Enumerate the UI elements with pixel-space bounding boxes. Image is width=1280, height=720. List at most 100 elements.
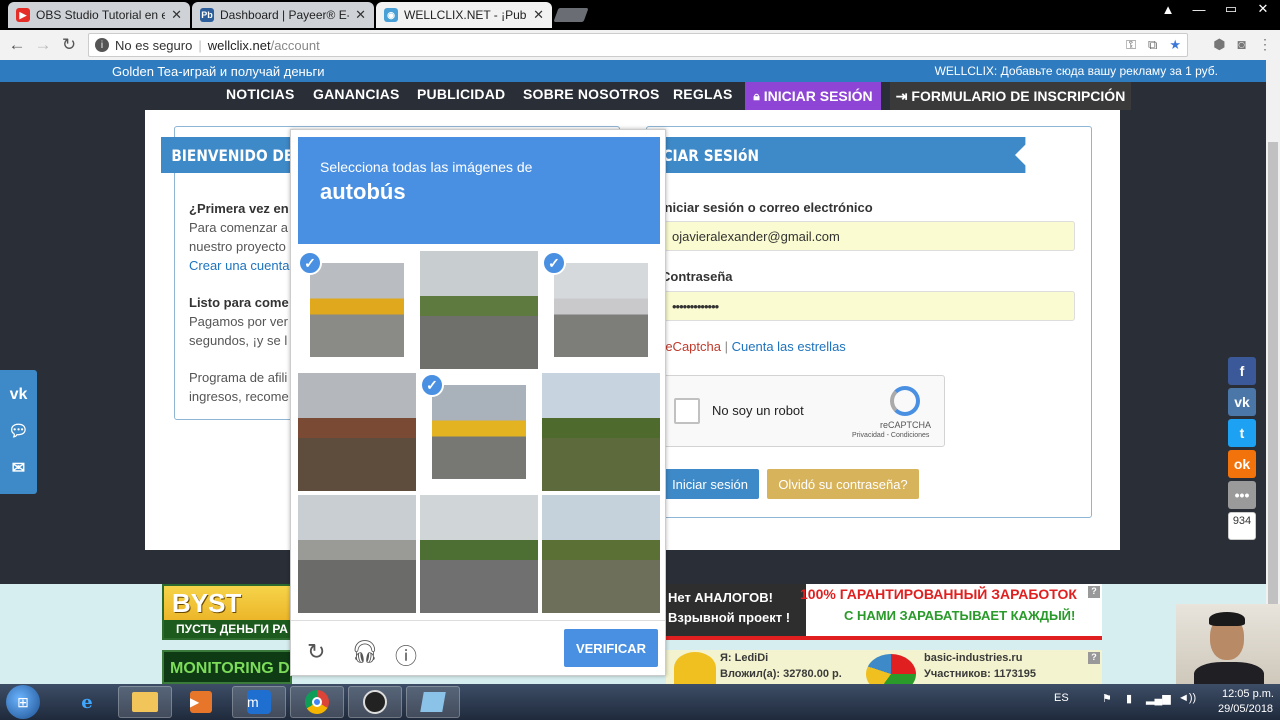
url-host: wellclix.net [207, 37, 271, 53]
main-nav: NOTICIAS GANANCIAS PUBLICIDAD SOBRE NOSO… [0, 82, 1266, 110]
close-window-icon[interactable]: ✕ [1248, 0, 1278, 18]
person-shirt [1194, 662, 1264, 684]
nav-publicidad[interactable]: PUBLICIDAD [417, 86, 505, 102]
more-icon[interactable]: ••• [1228, 481, 1256, 509]
nav-login-label: INICIAR SESIÓN [763, 88, 873, 104]
flag-icon[interactable]: ⚑ [1102, 692, 1112, 705]
tab-title: WELLCLIX.NET - ¡Publicid [404, 8, 527, 22]
captcha-tile[interactable]: ✓ [420, 373, 538, 491]
captcha-tile[interactable]: ✓ [542, 251, 660, 369]
headphones-icon[interactable]: 🎧︎ [351, 639, 379, 665]
recaptcha-checkbox[interactable] [674, 398, 700, 424]
ribbon-notch [1015, 137, 1033, 173]
facebook-icon[interactable]: f [1228, 357, 1256, 385]
new-tab-button[interactable] [553, 8, 589, 22]
share-count: 934 [1228, 512, 1256, 540]
captcha-tile[interactable] [542, 373, 660, 491]
nav-reglas[interactable]: REGLAS [673, 86, 733, 102]
captcha-header: Selecciona todas las imágenes de autobús [298, 137, 660, 244]
help-badge[interactable]: ? [1088, 586, 1100, 598]
verify-button[interactable]: VERIFICAR [564, 629, 658, 667]
close-tab-icon[interactable]: ✕ [171, 7, 182, 23]
reload-icon[interactable]: ↻ [56, 35, 82, 55]
clock-time[interactable]: 12:05 p.m. [1222, 688, 1274, 700]
guarantee-banner[interactable]: Нет АНАЛОГОВ! Взрывной проект ! 100% ГАР… [666, 584, 1102, 640]
reload-icon[interactable]: ↻ [307, 639, 325, 665]
camera-icon[interactable]: ◙ [1238, 36, 1246, 53]
captcha-tile[interactable]: ✓ [298, 251, 416, 369]
language-indicator[interactable]: ES [1054, 692, 1069, 704]
guarantee-line1: 100% ГАРАНТИРОВАННЫЙ ЗАРАБОТОК [800, 586, 1077, 602]
battery-icon[interactable]: ▮ [1126, 692, 1132, 705]
captcha-tile[interactable] [298, 373, 416, 491]
tab-wellclix[interactable]: ◉ WELLCLIX.NET - ¡Publicid ✕ [376, 2, 552, 28]
mail-icon[interactable]: ✉ [12, 458, 25, 478]
address-bar[interactable]: i No es seguro | wellclix.net/account ⚿ … [88, 33, 1188, 57]
scrollbar-thumb[interactable] [1268, 142, 1278, 622]
ledidi-banner[interactable]: Я: LediDi Вложил(а): 32780.00 р. basic-i… [666, 650, 1102, 684]
ledidi-invest: Вложил(а): 32780.00 р. [720, 668, 842, 680]
monitoring-banner[interactable]: MONITORING DENEG [162, 650, 292, 684]
password-input[interactable]: ••••••••••••• [661, 291, 1075, 321]
volume-icon[interactable]: ◄)) [1178, 692, 1196, 704]
payeer-icon: Pb [200, 8, 214, 22]
signal-icon[interactable]: ▂▄▆ [1146, 692, 1171, 705]
stars-link[interactable]: Cuenta las estrellas [732, 339, 846, 354]
translate-icon[interactable]: ⧉ [1148, 37, 1157, 53]
notepad-icon[interactable] [406, 686, 460, 718]
captcha-tile[interactable] [298, 495, 416, 613]
recaptcha-terms[interactable]: Privacidad - Condiciones [852, 432, 929, 439]
nav-ganancias[interactable]: GANANCIAS [313, 86, 400, 102]
nav-noticias[interactable]: NOTICIAS [226, 86, 295, 102]
welcome-q2: Listo para come [189, 295, 289, 310]
obs-icon[interactable] [348, 686, 402, 718]
tab-obs-tutorial[interactable]: ▶ OBS Studio Tutorial en e ✕ [8, 2, 190, 28]
key-icon[interactable]: ⚿ [1126, 37, 1136, 53]
close-tab-icon[interactable]: ✕ [355, 7, 366, 23]
forgot-password-button[interactable]: Olvidó su contraseña? [767, 469, 919, 499]
captcha-tile[interactable] [420, 495, 538, 613]
analog-line1: Нет АНАЛОГОВ! [668, 590, 774, 605]
username-input[interactable]: ojavieralexander@gmail.com [661, 221, 1075, 251]
page-scrollbar[interactable] [1266, 60, 1280, 684]
captcha-tile[interactable] [420, 251, 538, 369]
vk-icon[interactable]: vk [10, 386, 28, 404]
info-icon[interactable]: ⓘ [395, 639, 417, 671]
ad-link-right[interactable]: WELLCLIX: Добавьте сюда вашу рекламу за … [935, 64, 1218, 78]
clock-date[interactable]: 29/05/2018 [1218, 703, 1273, 715]
chrome-icon[interactable] [290, 686, 344, 718]
chat-icon[interactable]: 💬︎ [8, 421, 28, 441]
pie-chart-icon [866, 654, 916, 684]
media-player-icon[interactable]: ▶ [174, 686, 228, 718]
login-title-text: ICIAR SESIóN [657, 145, 760, 165]
maximize-icon[interactable]: ▭ [1216, 0, 1246, 18]
bookmark-star-icon[interactable]: ★ [1169, 37, 1181, 53]
info-icon[interactable]: i [95, 38, 109, 52]
forward-icon[interactable]: → [30, 35, 56, 55]
vk-icon[interactable]: vk [1228, 388, 1256, 416]
nav-sobre-nosotros[interactable]: SOBRE NOSOTROS [523, 86, 660, 102]
recaptcha-link[interactable]: reCaptcha [661, 339, 721, 354]
nav-register-button[interactable]: ⇥ FORMULARIO DE INSCRIPCIÓN [890, 82, 1131, 110]
back-icon[interactable]: ← [4, 35, 30, 55]
close-tab-icon[interactable]: ✕ [533, 7, 544, 23]
start-button[interactable]: ⊞ [6, 685, 40, 719]
login-submit-button[interactable]: Iniciar sesión [661, 469, 759, 499]
bystro-banner[interactable]: BYST ПУСТЬ ДЕНЬГИ РА [162, 584, 292, 640]
minimize-icon[interactable]: — [1184, 0, 1214, 18]
nav-login-button[interactable]: 🔒︎ INICIAR SESIÓN [745, 82, 881, 110]
maxthon-icon[interactable]: m [232, 686, 286, 718]
help-badge[interactable]: ? [1088, 652, 1100, 664]
odnoklassniki-icon[interactable]: ok [1228, 450, 1256, 478]
captcha-tile[interactable] [542, 495, 660, 613]
explorer-icon[interactable] [118, 686, 172, 718]
guarantee-line2: С НАМИ ЗАРАБАТЫВАЕТ КАЖДЫЙ! [844, 608, 1076, 623]
right-social-bar: f vk t ok ••• 934 [1228, 357, 1258, 540]
ad-link-left[interactable]: Golden Tea-играй и получай деньги [112, 64, 325, 79]
tab-payeer[interactable]: Pb Dashboard | Payeer® E-V ✕ [192, 2, 374, 28]
ie-icon[interactable]: e [60, 686, 114, 718]
user-icon[interactable]: ▲ [1156, 0, 1180, 18]
menu-icon[interactable]: ⋮ [1258, 36, 1272, 53]
twitter-icon[interactable]: t [1228, 419, 1256, 447]
extension-icon[interactable]: ⬢ [1213, 36, 1225, 53]
